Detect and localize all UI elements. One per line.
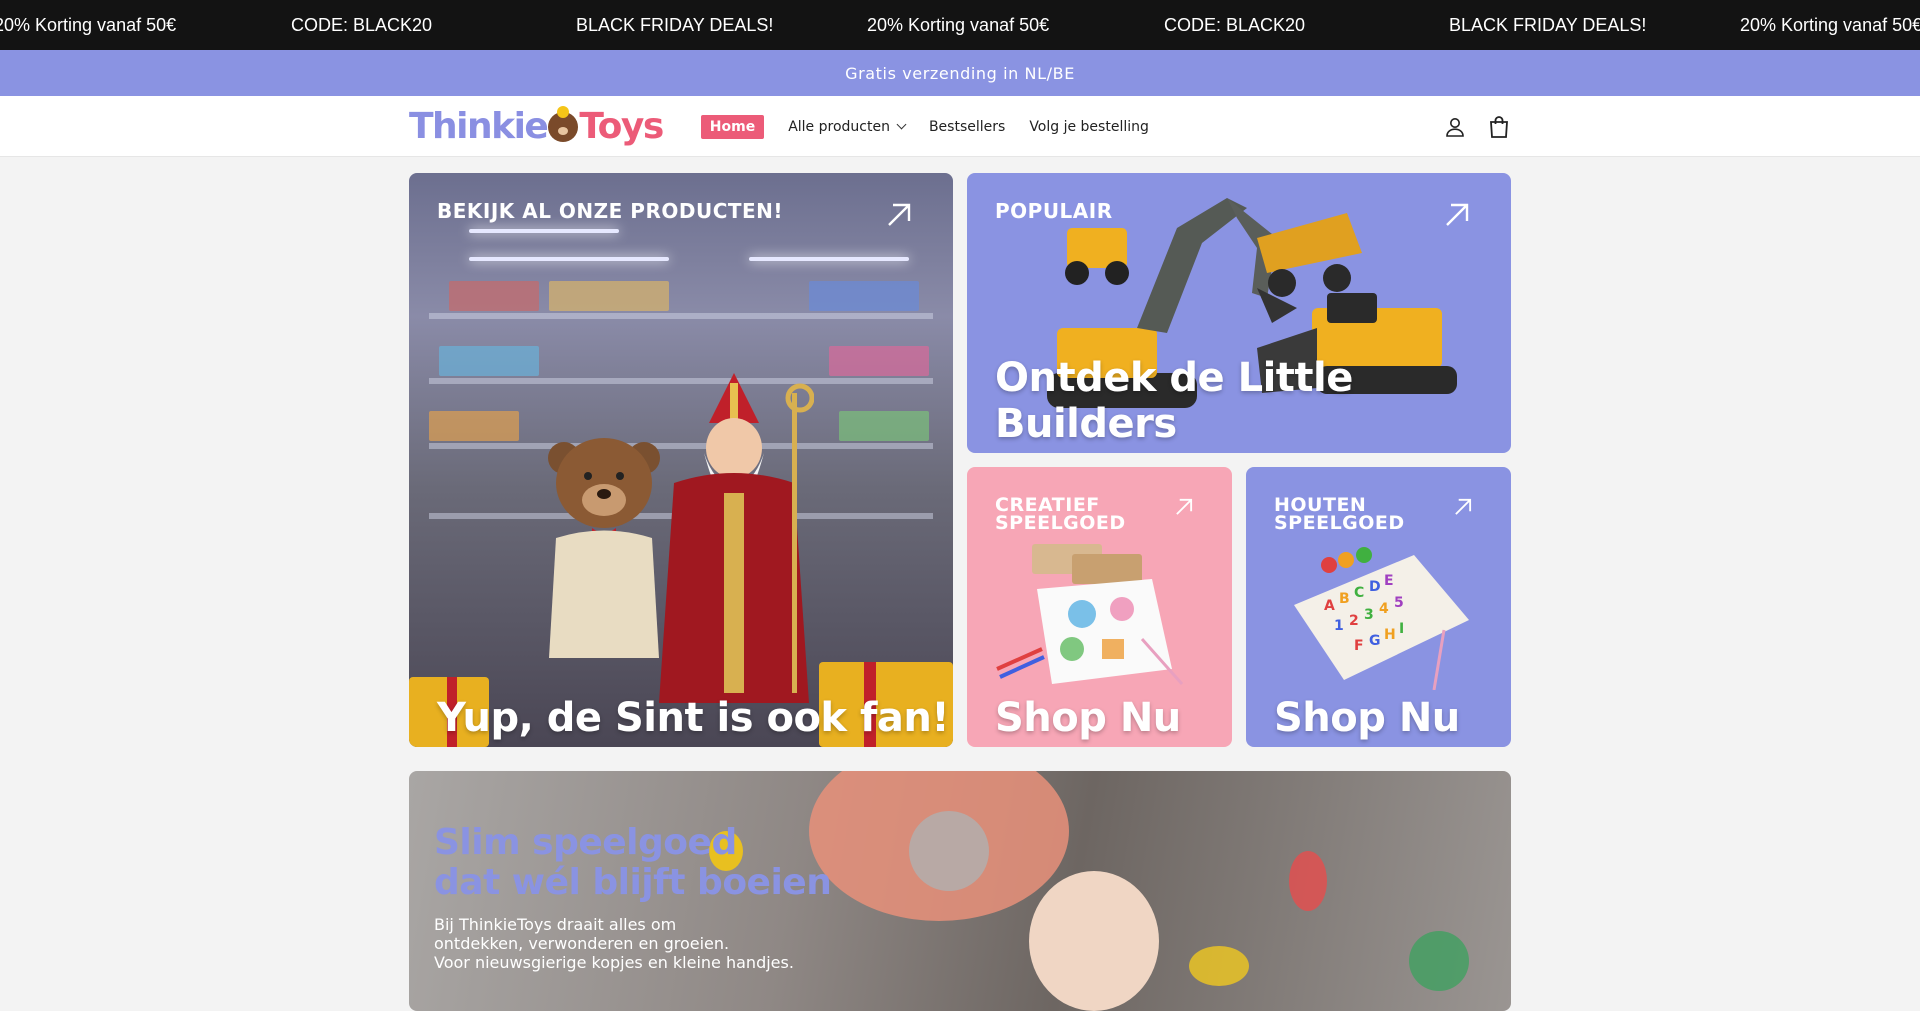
account-icon[interactable] — [1443, 115, 1467, 139]
cart-icon[interactable] — [1487, 115, 1511, 139]
tile-label-line: SPEELGOED — [995, 512, 1126, 534]
svg-text:B: B — [1339, 591, 1350, 607]
header-icons — [1443, 115, 1511, 139]
ticker-item: 20% Korting vanaf 50€ — [1740, 14, 1920, 35]
tile-label: HOUTEN SPEELGOED — [1274, 496, 1444, 534]
toy-box — [439, 346, 539, 376]
bear-logo-icon — [548, 105, 579, 142]
ticker-track: 20% Korting vanaf 50€ CODE: BLACK20 BLAC… — [0, 0, 1920, 50]
banner-text-line: Voor nieuwsgierige kopjes en kleine hand… — [434, 953, 794, 972]
tile-title: Yup, de Sint is ook fan! — [437, 695, 950, 741]
arrow-up-right-icon — [1453, 497, 1473, 521]
toy-shape — [909, 811, 989, 891]
nav-all-products[interactable]: Alle producten — [788, 118, 907, 135]
tile-title: Ontdek de Little Builders — [995, 355, 1353, 447]
svg-text:2: 2 — [1349, 613, 1359, 629]
ceiling-light — [749, 257, 909, 261]
svg-text:4: 4 — [1379, 601, 1389, 617]
bear-mascot-figure — [548, 438, 660, 658]
arrow-up-right-icon — [1443, 201, 1471, 233]
nav-home[interactable]: Home — [700, 114, 765, 139]
svg-text:C: C — [1354, 585, 1364, 601]
toy-box — [839, 411, 929, 441]
header-inner: Thinkie Toys Home Alle producten Bestsel… — [409, 96, 1511, 157]
nav-track-order[interactable]: Volg je bestelling — [1029, 119, 1149, 135]
toy-shape — [1189, 946, 1249, 986]
ticker-item: CODE: BLACK20 — [291, 14, 433, 35]
tile-label: CREATIEF SPEELGOED — [995, 496, 1165, 534]
toy-box — [809, 281, 919, 311]
svg-text:H: H — [1384, 627, 1396, 643]
svg-text:E: E — [1384, 573, 1394, 589]
ticker-item: CODE: BLACK20 — [1164, 14, 1306, 35]
svg-text:D: D — [1369, 579, 1381, 595]
logo-text-part2: Toys — [579, 106, 664, 147]
tile-title: Shop Nu — [995, 695, 1181, 741]
ceiling-light — [469, 257, 669, 261]
shipping-announcement: Gratis verzending in NL/BE — [0, 50, 1920, 96]
svg-text:5: 5 — [1394, 595, 1404, 611]
svg-text:I: I — [1399, 621, 1404, 637]
creative-toys-image — [996, 544, 1184, 685]
toy-box — [449, 281, 539, 311]
svg-text:1: 1 — [1334, 618, 1344, 634]
ticker-item: 20% Korting vanaf 50€ — [867, 14, 1050, 35]
banner-title: Slim speelgoed dat wél blijft boeien — [434, 822, 832, 903]
banner-title-line: Slim speelgoed — [434, 822, 737, 863]
tile-all-products[interactable]: BEKIJK AL ONZE PRODUCTEN! Yup, de Sint i… — [409, 173, 953, 747]
svg-text:F: F — [1354, 638, 1364, 654]
tile-label-line: SPEELGOED — [1274, 512, 1405, 534]
arrow-up-right-icon — [885, 201, 913, 233]
ceiling-light — [469, 229, 619, 233]
toy-box — [429, 411, 519, 441]
banner-text-line: ontdekken, verwonderen en groeien. — [434, 934, 730, 953]
arrow-up-right-icon — [1174, 497, 1194, 521]
nav-bestsellers[interactable]: Bestsellers — [929, 119, 1005, 135]
main-nav: Home Alle producten Bestsellers Volg je … — [700, 114, 1173, 139]
site-header: Thinkie Toys Home Alle producten Bestsel… — [0, 96, 1920, 157]
shelf — [429, 313, 933, 319]
banner-text: Bij ThinkieToys draait alles om ontdekke… — [434, 915, 794, 972]
svg-text:G: G — [1369, 633, 1381, 649]
collection-grid: BEKIJK AL ONZE PRODUCTEN! Yup, de Sint i… — [409, 173, 1511, 747]
ticker-item: BLACK FRIDAY DEALS! — [1449, 14, 1647, 35]
ticker-item: 20% Korting vanaf 50€ — [0, 14, 177, 35]
svg-text:3: 3 — [1364, 607, 1374, 623]
toy-box — [549, 281, 669, 311]
wooden-toys-image: A B C D E 1 2 3 4 5 F G H I — [1294, 547, 1469, 690]
banner-text-line: Bij ThinkieToys draait alles om — [434, 915, 677, 934]
logo-text-part1: Thinkie — [409, 106, 549, 147]
chevron-down-icon — [896, 119, 907, 130]
tile-label: POPULAIR — [995, 199, 1113, 223]
hero-banner: Slim speelgoed dat wél blijft boeien Bij… — [409, 771, 1511, 1011]
tile-popular[interactable]: POPULAIR Ontdek de Little Builders — [967, 173, 1511, 453]
tile-title: Shop Nu — [1274, 695, 1460, 741]
ticker-item: BLACK FRIDAY DEALS! — [576, 14, 774, 35]
nav-all-products-label: Alle producten — [788, 118, 890, 135]
toy-shape — [1289, 851, 1327, 911]
sinterklaas-figure — [659, 373, 814, 703]
promo-ticker: 20% Korting vanaf 50€ CODE: BLACK20 BLAC… — [0, 0, 1920, 50]
site-logo[interactable]: Thinkie Toys — [409, 105, 664, 147]
svg-text:A: A — [1324, 598, 1335, 614]
tile-label: BEKIJK AL ONZE PRODUCTEN! — [437, 199, 784, 223]
banner-title-line: dat wél blijft boeien — [434, 862, 832, 903]
tile-creative-toys[interactable]: CREATIEF SPEELGOED Shop Nu — [967, 467, 1232, 747]
tile-wooden-toys[interactable]: A B C D E 1 2 3 4 5 F G H I HOUTEN SPEEL… — [1246, 467, 1511, 747]
shipping-text: Gratis verzending in NL/BE — [845, 63, 1075, 83]
child-face — [1029, 871, 1159, 1011]
toy-shape — [1409, 931, 1469, 991]
toy-box — [829, 346, 929, 376]
